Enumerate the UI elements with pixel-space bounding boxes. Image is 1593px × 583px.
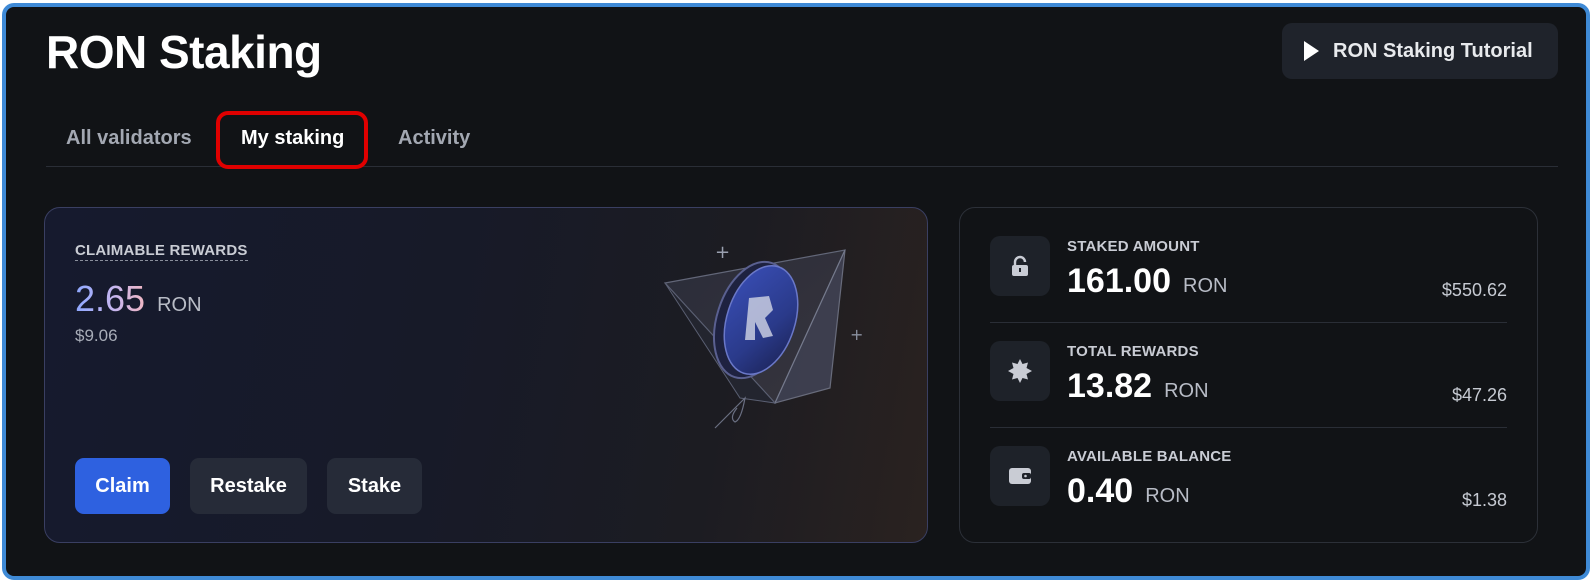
lock-icon	[990, 236, 1050, 296]
claimable-usd: $9.06	[75, 326, 118, 345]
play-icon	[1304, 41, 1319, 61]
claimable-rewards-card: CLAIMABLE REWARDS 2.65 RON $9.06 + + Cla…	[44, 207, 928, 543]
stat-usd: $47.26	[1451, 385, 1507, 405]
restake-button[interactable]: Restake	[190, 458, 307, 514]
stat-available-balance: AVAILABLE BALANCE 0.40 RON $1.38	[990, 418, 1507, 522]
stat-staked-amount: STAKED AMOUNT 161.00 RON $550.62	[990, 208, 1507, 312]
stat-value: 13.82 RON	[1067, 367, 1209, 406]
staking-stats-card: STAKED AMOUNT 161.00 RON $550.62 TOTAL R…	[959, 207, 1538, 543]
stat-unit: RON	[1145, 485, 1190, 507]
tab-all-validators[interactable]: All validators	[66, 107, 192, 167]
stat-label: AVAILABLE BALANCE	[1067, 448, 1232, 465]
stat-unit: RON	[1183, 275, 1228, 297]
claimable-amount: 2.65 RON	[75, 278, 202, 320]
stat-number: 0.40	[1067, 472, 1134, 510]
ron-coin-illustration: + +	[663, 242, 863, 429]
stat-usd: $550.62	[1441, 280, 1507, 300]
claimable-unit: RON	[157, 294, 202, 316]
page-title: RON Staking	[46, 26, 322, 78]
claimable-value: 2.65	[75, 278, 146, 319]
stat-label: STAKED AMOUNT	[1067, 238, 1200, 255]
claimable-rewards-label[interactable]: CLAIMABLE REWARDS	[75, 242, 248, 261]
stat-number: 13.82	[1067, 367, 1153, 405]
wallet-icon	[990, 446, 1050, 506]
stat-label: TOTAL REWARDS	[1067, 343, 1199, 360]
tutorial-button-label: RON Staking Tutorial	[1333, 39, 1533, 62]
stat-value: 0.40 RON	[1067, 472, 1190, 511]
app-window: RON Staking RON Staking Tutorial All val…	[2, 3, 1590, 580]
svg-text:+: +	[715, 242, 730, 263]
tutorial-button[interactable]: RON Staking Tutorial	[1282, 23, 1558, 79]
svg-text:+: +	[850, 325, 863, 344]
stat-value: 161.00 RON	[1067, 262, 1227, 301]
stat-unit: RON	[1164, 380, 1209, 402]
tab-activity[interactable]: Activity	[398, 107, 470, 167]
highlight-annotation	[216, 111, 368, 169]
stat-total-rewards: TOTAL REWARDS 13.82 RON $47.26	[990, 313, 1507, 417]
stake-button[interactable]: Stake	[327, 458, 422, 514]
claim-button[interactable]: Claim	[75, 458, 170, 514]
stat-number: 161.00	[1067, 262, 1171, 300]
rewards-actions: Claim Restake Stake	[75, 458, 422, 514]
stat-usd: $1.38	[1461, 490, 1507, 510]
star-badge-icon	[990, 341, 1050, 401]
